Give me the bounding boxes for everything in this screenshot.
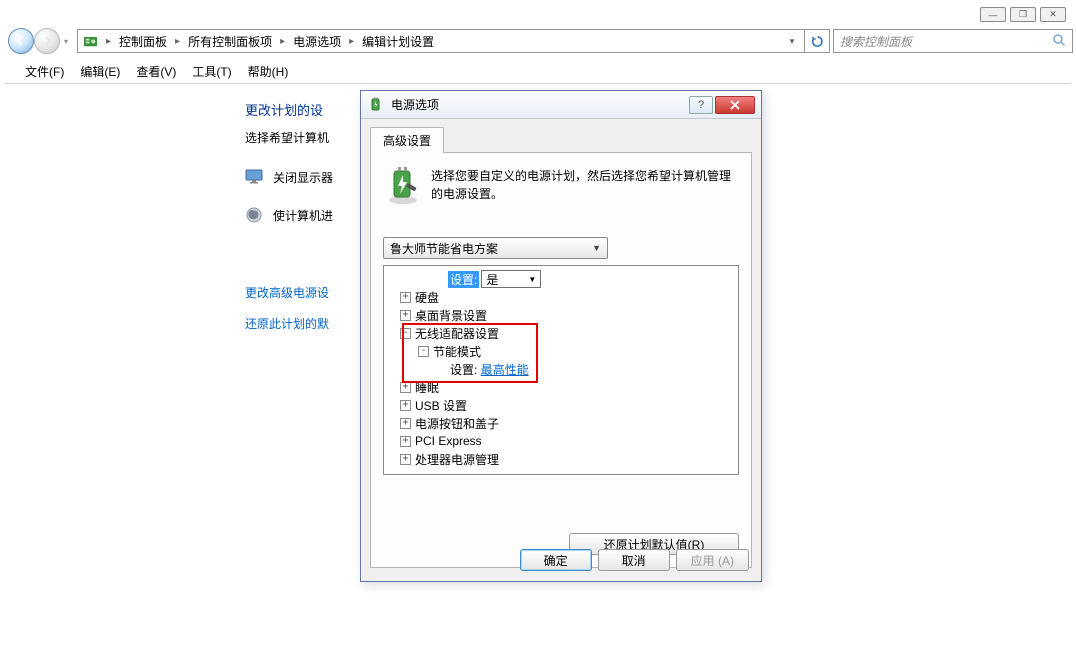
apply-button[interactable]: 应用 (A) [676,549,749,571]
dialog-close-button[interactable] [715,96,755,114]
expand-icon[interactable]: + [400,454,411,465]
dialog-tabstrip: 高级设置 [370,126,752,153]
power-icon [367,97,385,113]
chevron-right-icon: ▸ [347,36,356,47]
collapse-icon[interactable]: - [400,328,411,339]
ok-button[interactable]: 确定 [520,549,592,571]
expand-icon[interactable]: + [400,310,411,321]
power-plan-select[interactable]: 鲁大师节能省电方案 ▼ [383,237,608,259]
task-label: 使计算机进 [273,207,333,224]
tree-node-wireless[interactable]: - 无线适配器设置 [386,324,736,342]
arrow-right-icon [41,35,53,47]
close-window-button[interactable]: ✕ [1040,7,1066,22]
refresh-button[interactable] [805,29,830,53]
setting-value: 是 [486,271,498,288]
control-panel-icon [82,33,98,49]
close-icon: ✕ [1049,9,1057,20]
dialog-intro: 选择您要自定义的电源计划，然后选择您希望计算机管理的电源设置。 [383,165,739,205]
chevron-down-icon: ▼ [528,275,536,284]
chevron-right-icon: ▸ [104,36,113,47]
dialog-body: 选择您要自定义的电源计划，然后选择您希望计算机管理的电源设置。 鲁大师节能省电方… [370,153,752,568]
tree-node-harddisk[interactable]: + 硬盘 [386,288,736,306]
forward-button[interactable] [34,28,60,54]
setting-value-link[interactable]: 最高性能 [481,361,529,378]
menu-file[interactable]: 文件(F) [19,61,70,82]
power-options-dialog: 电源选项 ? 高级设置 选择您要自定义的电源计划，然后选择您希望计算机管理的电源… [360,90,762,582]
tree-node-sleep[interactable]: + 睡眠 [386,378,736,396]
dialog-title: 电源选项 [391,96,439,113]
maximize-button[interactable]: ❐ [1010,7,1036,22]
task-label: 关闭显示器 [273,169,333,186]
breadcrumb-item[interactable]: 编辑计划设置 [362,33,434,50]
expand-icon[interactable]: + [400,436,411,447]
expand-icon[interactable]: + [400,292,411,303]
expand-icon[interactable]: + [400,382,411,393]
back-button[interactable] [8,28,34,54]
chevron-down-icon: ▼ [592,243,601,253]
close-icon [730,100,740,110]
monitor-icon [245,168,263,186]
nav-row: ▾ ▸ 控制面板 ▸ 所有控制面板项 ▸ 电源选项 ▸ 编辑计划设置 ▾ 搜索控… [3,26,1073,56]
tree-node-pci-express[interactable]: + PCI Express [386,432,736,450]
settings-tree[interactable]: 设置: 是 ▼ + 硬盘 + 桌面背景设置 - 无线适配器设置 - 节能模式 [383,265,739,475]
breadcrumb-item[interactable]: 所有控制面板项 [188,33,272,50]
tree-node-power-saving-value[interactable]: 设置: 最高性能 [386,360,736,378]
dialog-buttons: 确定 取消 应用 (A) [520,549,749,571]
cancel-button[interactable]: 取消 [598,549,670,571]
sleep-icon [245,206,263,224]
tab-advanced-settings[interactable]: 高级设置 [370,127,444,153]
chevron-right-icon: ▸ [278,36,287,47]
collapse-icon[interactable]: - [418,346,429,357]
maximize-icon: ❐ [1019,9,1027,20]
minimize-icon: — [989,10,998,20]
nav-history-dropdown[interactable]: ▾ [60,37,72,46]
dialog-help-button[interactable]: ? [689,96,713,114]
menu-tools[interactable]: 工具(T) [186,61,237,82]
chevron-right-icon: ▸ [173,36,182,47]
minimize-button[interactable]: — [980,7,1006,22]
search-placeholder: 搜索控制面板 [840,33,912,50]
menu-edit[interactable]: 编辑(E) [74,61,126,82]
expand-icon[interactable]: + [400,400,411,411]
menu-help[interactable]: 帮助(H) [242,61,295,82]
setting-label-selected: 设置: [448,271,479,288]
plan-selected-value: 鲁大师节能省电方案 [390,240,498,257]
dialog-intro-text: 选择您要自定义的电源计划，然后选择您希望计算机管理的电源设置。 [431,165,739,205]
breadcrumb-item[interactable]: 电源选项 [293,33,341,50]
address-dropdown-icon[interactable]: ▾ [784,36,800,47]
tree-node-usb[interactable]: + USB 设置 [386,396,736,414]
tree-node-cpu-power[interactable]: + 处理器电源管理 [386,450,736,468]
nav-buttons: ▾ [3,26,77,56]
expand-icon[interactable]: + [400,418,411,429]
arrow-left-icon [15,35,27,47]
tree-node-desktop-bg[interactable]: + 桌面背景设置 [386,306,736,324]
breadcrumb-item[interactable]: 控制面板 [119,33,167,50]
search-icon [1052,33,1066,50]
window-controls: — ❐ ✕ [980,7,1066,22]
tree-node-power-buttons[interactable]: + 电源按钮和盖子 [386,414,736,432]
setting-value-dropdown[interactable]: 是 ▼ [481,270,541,288]
tree-node-power-saving-mode[interactable]: - 节能模式 [386,342,736,360]
battery-large-icon [383,165,423,205]
refresh-icon [811,35,824,48]
menu-view[interactable]: 查看(V) [130,61,182,82]
dialog-titlebar: 电源选项 ? [361,91,761,119]
menu-bar: 文件(F) 编辑(E) 查看(V) 工具(T) 帮助(H) [5,59,1071,84]
search-input[interactable]: 搜索控制面板 [833,29,1073,53]
address-bar[interactable]: ▸ 控制面板 ▸ 所有控制面板项 ▸ 电源选项 ▸ 编辑计划设置 ▾ [77,29,805,53]
